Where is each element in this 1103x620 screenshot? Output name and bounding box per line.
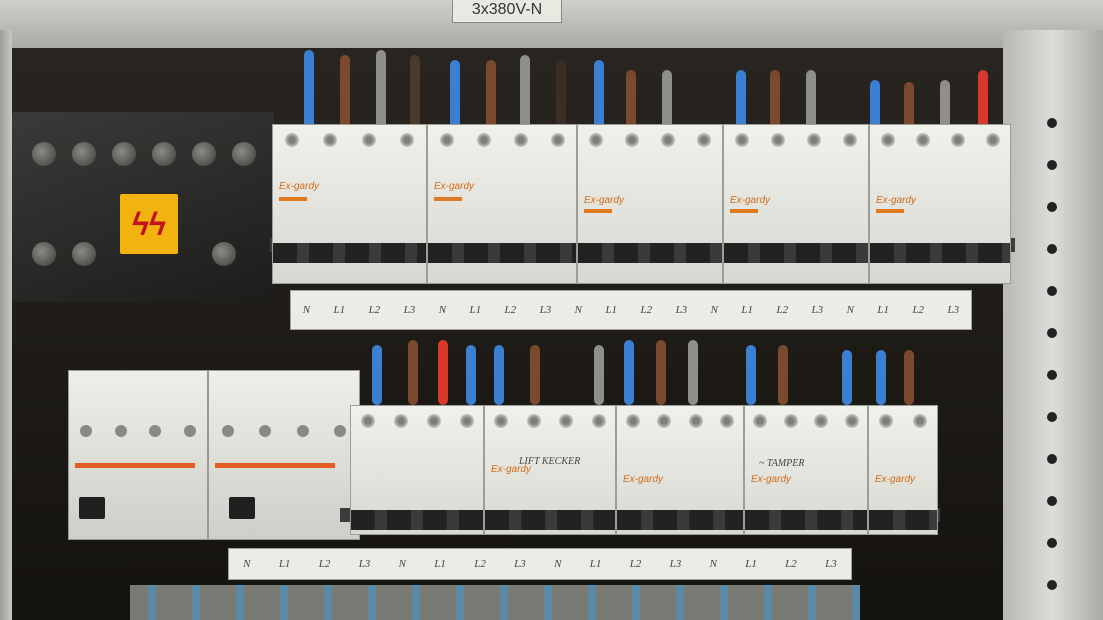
phase-label: L1 — [278, 558, 291, 570]
phase-label: L3 — [675, 304, 688, 316]
phase-label: L3 — [669, 558, 682, 570]
upper-breaker-5[interactable]: Ex-gardy — [869, 124, 1011, 284]
phase-label: N — [710, 304, 718, 316]
upper-breaker-2[interactable]: Ex-gardy — [427, 124, 577, 284]
lower-breaker-3[interactable]: Ex-gardy — [616, 405, 744, 535]
phase-label: L2 — [474, 558, 486, 570]
breaker-lever[interactable] — [617, 510, 743, 530]
handwritten-label: LIFT KECKER — [519, 456, 581, 467]
phase-label: N — [846, 304, 854, 316]
phase-label: L2 — [785, 558, 797, 570]
phase-label: L2 — [504, 304, 517, 316]
phase-label: N — [554, 558, 562, 570]
lower-breaker-1[interactable] — [350, 405, 484, 535]
phase-label: L3 — [403, 304, 416, 316]
residual-current-device-2[interactable] — [208, 370, 360, 540]
breaker-lever[interactable] — [745, 510, 867, 530]
phase-label: N — [243, 558, 251, 570]
phase-label: L1 — [605, 304, 618, 316]
breaker-lever[interactable] — [351, 510, 483, 530]
panel-top-cover: 3x380V-N — [0, 0, 1103, 48]
rcd-toggle[interactable] — [79, 497, 105, 519]
upper-phase-label-strip: N L1 L2 L3 N L1 L2 L3 N L1 L2 L3 N L1 L2… — [290, 290, 972, 330]
upper-breaker-row: Ex-gardy Ex-gardy Ex-gardy Ex-gardy Ex-g… — [272, 124, 1011, 284]
breaker-lever[interactable] — [578, 243, 722, 263]
breaker-lever[interactable] — [724, 243, 868, 263]
upper-breaker-3[interactable]: Ex-gardy — [577, 124, 723, 284]
breaker-lever[interactable] — [428, 243, 576, 263]
handwritten-label: ~ TAMPER — [759, 458, 805, 469]
phase-label: L1 — [877, 304, 889, 316]
electrical-panel-photo: 3x380V-N ϟϟ Ex-gardy Ex-gardy Ex-gardy E… — [0, 0, 1103, 620]
phase-label: L1 — [589, 558, 602, 570]
bottom-terminal-block — [130, 585, 860, 620]
upper-breaker-1[interactable]: Ex-gardy — [272, 124, 427, 284]
voltage-plate: 3x380V-N — [452, 0, 562, 23]
phase-label: L1 — [333, 304, 346, 316]
phase-label: L2 — [368, 304, 381, 316]
phase-label: L3 — [539, 304, 552, 316]
lower-breaker-2[interactable]: Ex-gardy LIFT KECKER — [484, 405, 616, 535]
phase-label: L2 — [776, 304, 789, 316]
breaker-lever[interactable] — [869, 510, 937, 530]
breaker-lever[interactable] — [870, 243, 1010, 263]
phase-label: N — [438, 304, 447, 316]
lower-breaker-row: Ex-gardy LIFT KECKER Ex-gardy Ex-gardy ~… — [350, 405, 938, 535]
left-frame — [0, 30, 12, 620]
phase-label: L3 — [947, 304, 960, 316]
phase-label: L1 — [741, 304, 754, 316]
phase-label: L3 — [514, 558, 526, 570]
breaker-lever[interactable] — [485, 510, 615, 530]
phase-label: N — [709, 558, 717, 570]
phase-label: L2 — [912, 304, 925, 316]
phase-label: L3 — [825, 558, 837, 570]
phase-label: L1 — [469, 304, 482, 316]
phase-label: L3 — [358, 558, 371, 570]
phase-label: L1 — [434, 558, 446, 570]
phase-label: L2 — [629, 558, 642, 570]
phase-label: L2 — [318, 558, 331, 570]
breaker-lever[interactable] — [273, 243, 426, 263]
lower-phase-label-strip: N L1 L2 L3 N L1 L2 L3 N L1 L2 L3 N L1 L2… — [228, 548, 852, 580]
rcd-toggle[interactable] — [229, 497, 255, 519]
lower-breaker-5[interactable]: Ex-gardy — [868, 405, 938, 535]
right-frame-rail — [1003, 30, 1103, 620]
phase-label: N — [302, 304, 311, 316]
phase-label: L1 — [745, 558, 757, 570]
phase-label: N — [398, 558, 406, 570]
upper-breaker-4[interactable]: Ex-gardy — [723, 124, 869, 284]
high-voltage-icon: ϟϟ — [120, 194, 178, 254]
lower-breaker-4[interactable]: Ex-gardy ~ TAMPER — [744, 405, 868, 535]
phase-label: L3 — [811, 304, 824, 316]
phase-label: L2 — [640, 304, 653, 316]
phase-label: N — [574, 304, 582, 316]
residual-current-device-1[interactable] — [68, 370, 208, 540]
